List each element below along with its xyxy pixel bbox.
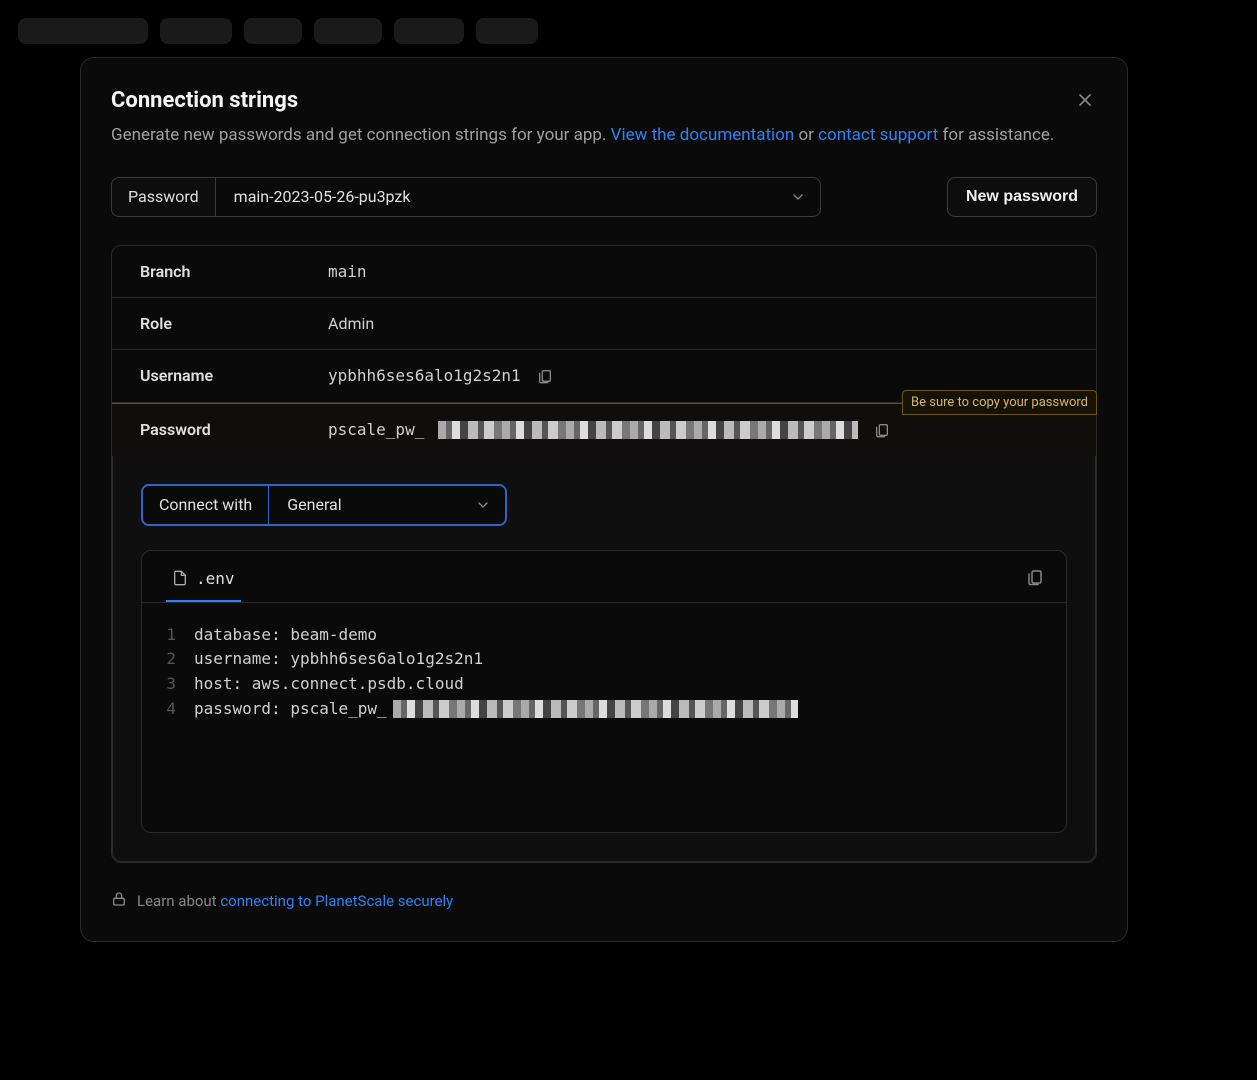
- line-content: host: aws.connect.psdb.cloud: [194, 672, 464, 697]
- modal-title: Connection strings: [111, 88, 1097, 113]
- connect-with-select: Connect with General: [141, 484, 507, 526]
- copy-password-note: Be sure to copy your password: [902, 390, 1097, 415]
- chevron-down-icon: [475, 497, 491, 513]
- copy-password-button[interactable]: [872, 420, 892, 440]
- close-icon: [1075, 90, 1095, 110]
- password-line-prefix: password: pscale_pw_: [194, 697, 387, 722]
- password-label: Password: [140, 420, 328, 439]
- copy-username-button[interactable]: [535, 366, 555, 386]
- branch-label: Branch: [140, 262, 328, 281]
- code-body: 1 database: beam-demo 2 username: ypbhh6…: [142, 603, 1066, 732]
- connect-with-value: General: [287, 495, 341, 514]
- role-value: Admin: [328, 314, 374, 333]
- connect-with-label: Connect with: [143, 486, 269, 524]
- background-tabs: [18, 18, 538, 44]
- password-prefix: pscale_pw_: [328, 420, 424, 439]
- line-no: 4: [166, 697, 194, 722]
- password-select-dropdown[interactable]: main-2023-05-26-pu3pzk: [215, 177, 821, 217]
- username-label: Username: [140, 366, 328, 385]
- details-card: Branch main Role Admin Username ypbhh6se…: [111, 245, 1097, 863]
- secure-connect-link[interactable]: connecting to PlanetScale securely: [220, 892, 453, 910]
- code-tabs: .env: [142, 551, 1066, 603]
- clipboard-icon: [537, 368, 553, 384]
- line-no: 1: [166, 623, 194, 648]
- password-select: Password main-2023-05-26-pu3pzk: [111, 177, 821, 217]
- password-masked: [438, 421, 858, 439]
- footer-pre: Learn about: [137, 892, 220, 910]
- role-label: Role: [140, 314, 328, 333]
- modal-footer: Learn about connecting to PlanetScale se…: [111, 891, 1097, 911]
- connection-strings-modal: Connection strings Generate new password…: [80, 57, 1128, 942]
- subtitle-post: for assistance.: [938, 125, 1054, 145]
- file-icon: [172, 570, 188, 586]
- env-tab-label: .env: [196, 569, 235, 588]
- subtitle-text: Generate new passwords and get connectio…: [111, 125, 611, 145]
- line-content: password: pscale_pw_: [194, 697, 798, 722]
- chevron-down-icon: [790, 189, 806, 205]
- password-select-label: Password: [111, 177, 215, 217]
- lock-icon: [111, 891, 127, 911]
- branch-value: main: [328, 262, 367, 281]
- support-link[interactable]: contact support: [818, 125, 938, 145]
- new-password-button[interactable]: New password: [947, 177, 1097, 217]
- password-value-wrap: pscale_pw_: [328, 420, 892, 440]
- username-value: ypbhh6ses6alo1g2s2n1: [328, 366, 521, 385]
- code-line: 4 password: pscale_pw_: [166, 697, 1042, 722]
- username-value-wrap: ypbhh6ses6alo1g2s2n1: [328, 366, 555, 386]
- footer-text: Learn about connecting to PlanetScale se…: [137, 892, 453, 910]
- code-card: .env 1 database: beam-demo 2 username: y…: [141, 550, 1067, 833]
- code-line: 3 host: aws.connect.psdb.cloud: [166, 672, 1042, 697]
- clipboard-icon: [1026, 568, 1044, 586]
- line-content: username: ypbhh6ses6alo1g2s2n1: [194, 647, 483, 672]
- code-line: 1 database: beam-demo: [166, 623, 1042, 648]
- docs-link[interactable]: View the documentation: [611, 125, 795, 145]
- line-no: 2: [166, 647, 194, 672]
- code-line: 2 username: ypbhh6ses6alo1g2s2n1: [166, 647, 1042, 672]
- subtitle-mid: or: [794, 125, 818, 145]
- password-select-value: main-2023-05-26-pu3pzk: [234, 187, 411, 206]
- connect-with-dropdown[interactable]: General: [269, 486, 505, 524]
- close-button[interactable]: [1071, 86, 1099, 114]
- password-masked: [393, 700, 798, 718]
- branch-row: Branch main: [112, 246, 1096, 298]
- env-tab[interactable]: .env: [166, 561, 241, 602]
- role-row: Role Admin: [112, 298, 1096, 350]
- connect-section: Connect with General .env: [112, 456, 1096, 862]
- line-content: database: beam-demo: [194, 623, 377, 648]
- line-no: 3: [166, 672, 194, 697]
- copy-code-button[interactable]: [1024, 566, 1046, 596]
- modal-subtitle: Generate new passwords and get connectio…: [111, 123, 1097, 149]
- clipboard-icon: [874, 422, 890, 438]
- password-row: Be sure to copy your password Password p…: [112, 403, 1096, 456]
